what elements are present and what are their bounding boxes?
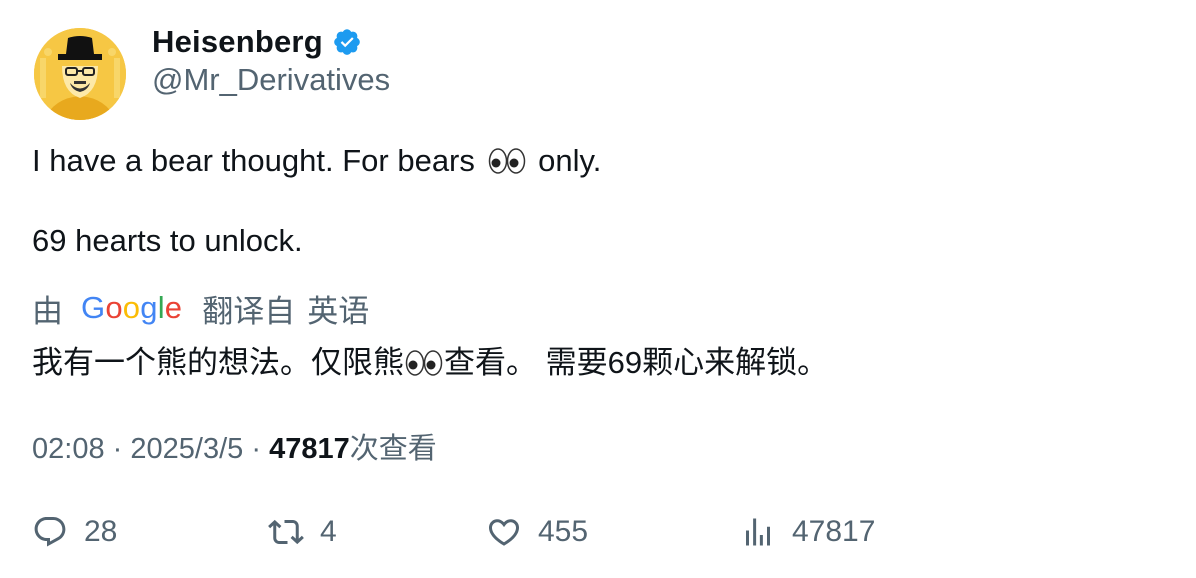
heisenberg-avatar-icon xyxy=(34,28,126,120)
tweet-meta: 02:08 · 2025/3/5 · 47817次查看 xyxy=(32,425,437,467)
views-count: 47817 xyxy=(269,433,350,465)
views-action-count: 47817 xyxy=(792,515,876,548)
tweet: Heisenberg @Mr_Derivatives I have a bear… xyxy=(0,0,1196,578)
source-language: 英语 xyxy=(307,293,370,329)
like-button[interactable]: 455 xyxy=(486,510,588,554)
tweet-date[interactable]: 2025/3/5 xyxy=(130,433,243,465)
meta-separator: · xyxy=(251,433,261,465)
author-handle[interactable]: @Mr_Derivatives xyxy=(152,62,390,98)
translation-attribution: 由 Google 翻译自 英语 xyxy=(32,288,370,329)
avatar[interactable] xyxy=(34,28,126,120)
eyes-emoji-icon xyxy=(488,148,525,174)
meta-separator: · xyxy=(112,433,123,465)
action-bar: 28 4 455 47817 xyxy=(0,510,1196,554)
retweet-button[interactable]: 4 xyxy=(268,510,337,554)
retweet-icon xyxy=(268,519,304,545)
reply-count: 28 xyxy=(84,515,118,548)
views-button[interactable]: 47817 xyxy=(740,510,875,554)
translated-from-label: 翻译自 xyxy=(202,293,296,329)
tweet-text-before-emoji: I have a bear thought. For bears xyxy=(32,143,475,178)
reply-button[interactable]: 28 xyxy=(32,510,117,554)
tweet-text-line-1: I have a bear thought. For bears only. xyxy=(32,143,601,179)
views-label: 次查看 xyxy=(349,433,437,465)
verified-badge-icon[interactable] xyxy=(332,27,362,57)
translated-text-after-emoji: 查看。 需要69颗心来解锁。 xyxy=(444,345,829,380)
analytics-icon xyxy=(746,518,770,546)
retweet-count: 4 xyxy=(320,515,337,548)
heart-icon xyxy=(488,519,520,546)
tweet-time[interactable]: 02:08 xyxy=(32,433,105,465)
tweet-text-after-emoji: only. xyxy=(538,143,602,178)
translated-by-label: 由 xyxy=(32,293,63,329)
tweet-text-line-2: 69 hearts to unlock. xyxy=(32,223,303,258)
author-row: Heisenberg xyxy=(152,22,362,62)
like-count: 455 xyxy=(538,515,589,548)
google-logo[interactable]: Google xyxy=(81,290,182,326)
display-name[interactable]: Heisenberg xyxy=(152,24,323,60)
reply-icon xyxy=(34,517,66,547)
eyes-emoji-icon xyxy=(405,350,443,376)
translated-text-before-emoji: 我有一个熊的想法。仅限熊 xyxy=(32,345,404,380)
translated-text: 我有一个熊的想法。仅限熊 查看。 需要69颗心来解锁。 xyxy=(32,337,828,382)
